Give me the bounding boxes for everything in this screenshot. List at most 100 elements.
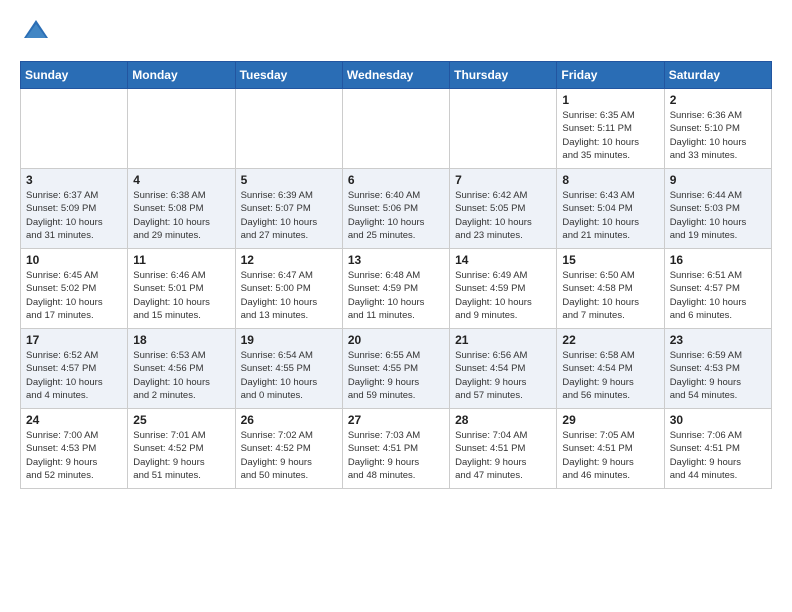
- calendar-cell: 28 Sunrise: 7:04 AM Sunset: 4:51 PM Dayli…: [450, 409, 557, 489]
- day-info: Sunrise: 6:51 AM Sunset: 4:57 PM Dayligh…: [670, 269, 766, 322]
- calendar-cell: [342, 89, 449, 169]
- logo-icon: [22, 16, 50, 49]
- weekday-header-tuesday: Tuesday: [235, 62, 342, 89]
- calendar-cell: 6 Sunrise: 6:40 AM Sunset: 5:06 PM Daylig…: [342, 169, 449, 249]
- day-info: Sunrise: 6:49 AM Sunset: 4:59 PM Dayligh…: [455, 269, 551, 322]
- day-info: Sunrise: 6:54 AM Sunset: 4:55 PM Dayligh…: [241, 349, 337, 402]
- day-number: 30: [670, 413, 766, 427]
- calendar-cell: [235, 89, 342, 169]
- day-number: 13: [348, 253, 444, 267]
- calendar-cell: 20 Sunrise: 6:55 AM Sunset: 4:55 PM Dayli…: [342, 329, 449, 409]
- day-info: Sunrise: 6:48 AM Sunset: 4:59 PM Dayligh…: [348, 269, 444, 322]
- calendar-table: SundayMondayTuesdayWednesdayThursdayFrid…: [20, 61, 772, 489]
- day-info: Sunrise: 6:46 AM Sunset: 5:01 PM Dayligh…: [133, 269, 229, 322]
- day-number: 25: [133, 413, 229, 427]
- day-info: Sunrise: 6:52 AM Sunset: 4:57 PM Dayligh…: [26, 349, 122, 402]
- day-info: Sunrise: 6:50 AM Sunset: 4:58 PM Dayligh…: [562, 269, 658, 322]
- calendar-cell: 27 Sunrise: 7:03 AM Sunset: 4:51 PM Dayli…: [342, 409, 449, 489]
- calendar-cell: 22 Sunrise: 6:58 AM Sunset: 4:54 PM Dayli…: [557, 329, 664, 409]
- day-number: 28: [455, 413, 551, 427]
- day-number: 7: [455, 173, 551, 187]
- logo: [20, 16, 50, 49]
- calendar-cell: [21, 89, 128, 169]
- day-number: 24: [26, 413, 122, 427]
- day-number: 15: [562, 253, 658, 267]
- day-info: Sunrise: 6:58 AM Sunset: 4:54 PM Dayligh…: [562, 349, 658, 402]
- calendar-cell: 11 Sunrise: 6:46 AM Sunset: 5:01 PM Dayli…: [128, 249, 235, 329]
- calendar-cell: 21 Sunrise: 6:56 AM Sunset: 4:54 PM Dayli…: [450, 329, 557, 409]
- calendar-cell: 13 Sunrise: 6:48 AM Sunset: 4:59 PM Dayli…: [342, 249, 449, 329]
- day-number: 27: [348, 413, 444, 427]
- day-info: Sunrise: 6:42 AM Sunset: 5:05 PM Dayligh…: [455, 189, 551, 242]
- day-info: Sunrise: 7:05 AM Sunset: 4:51 PM Dayligh…: [562, 429, 658, 482]
- calendar-cell: 25 Sunrise: 7:01 AM Sunset: 4:52 PM Dayli…: [128, 409, 235, 489]
- day-info: Sunrise: 6:56 AM Sunset: 4:54 PM Dayligh…: [455, 349, 551, 402]
- week-row-3: 10Sunrise: 6:45 AM Sunset: 5:02 PM Dayli…: [21, 249, 772, 329]
- calendar-cell: 8 Sunrise: 6:43 AM Sunset: 5:04 PM Daylig…: [557, 169, 664, 249]
- day-number: 17: [26, 333, 122, 347]
- header: [20, 16, 772, 49]
- day-info: Sunrise: 6:39 AM Sunset: 5:07 PM Dayligh…: [241, 189, 337, 242]
- day-info: Sunrise: 7:03 AM Sunset: 4:51 PM Dayligh…: [348, 429, 444, 482]
- calendar-cell: 23 Sunrise: 6:59 AM Sunset: 4:53 PM Dayli…: [664, 329, 771, 409]
- day-info: Sunrise: 6:43 AM Sunset: 5:04 PM Dayligh…: [562, 189, 658, 242]
- page: SundayMondayTuesdayWednesdayThursdayFrid…: [0, 0, 792, 505]
- day-number: 14: [455, 253, 551, 267]
- week-row-2: 3Sunrise: 6:37 AM Sunset: 5:09 PM Daylig…: [21, 169, 772, 249]
- day-number: 20: [348, 333, 444, 347]
- day-info: Sunrise: 6:47 AM Sunset: 5:00 PM Dayligh…: [241, 269, 337, 322]
- calendar-cell: 29Sunrise: 7:05 AM Sunset: 4:51 PM Dayli…: [557, 409, 664, 489]
- day-info: Sunrise: 7:01 AM Sunset: 4:52 PM Dayligh…: [133, 429, 229, 482]
- calendar-cell: 4 Sunrise: 6:38 AM Sunset: 5:08 PM Daylig…: [128, 169, 235, 249]
- calendar-cell: 26Sunrise: 7:02 AM Sunset: 4:52 PM Dayli…: [235, 409, 342, 489]
- calendar-cell: 16 Sunrise: 6:51 AM Sunset: 4:57 PM Dayli…: [664, 249, 771, 329]
- calendar-cell: 30 Sunrise: 7:06 AM Sunset: 4:51 PM Dayli…: [664, 409, 771, 489]
- weekday-header-thursday: Thursday: [450, 62, 557, 89]
- day-number: 4: [133, 173, 229, 187]
- day-number: 10: [26, 253, 122, 267]
- day-number: 11: [133, 253, 229, 267]
- week-row-1: 1 Sunrise: 6:35 AM Sunset: 5:11 PM Daylig…: [21, 89, 772, 169]
- calendar-cell: 17 Sunrise: 6:52 AM Sunset: 4:57 PM Dayli…: [21, 329, 128, 409]
- day-number: 16: [670, 253, 766, 267]
- weekday-header-friday: Friday: [557, 62, 664, 89]
- day-info: Sunrise: 7:06 AM Sunset: 4:51 PM Dayligh…: [670, 429, 766, 482]
- day-number: 18: [133, 333, 229, 347]
- day-number: 6: [348, 173, 444, 187]
- calendar-cell: [450, 89, 557, 169]
- calendar-cell: 12 Sunrise: 6:47 AM Sunset: 5:00 PM Dayli…: [235, 249, 342, 329]
- calendar-cell: 18 Sunrise: 6:53 AM Sunset: 4:56 PM Dayli…: [128, 329, 235, 409]
- day-number: 12: [241, 253, 337, 267]
- day-info: Sunrise: 7:00 AM Sunset: 4:53 PM Dayligh…: [26, 429, 122, 482]
- calendar-cell: 24 Sunrise: 7:00 AM Sunset: 4:53 PM Dayli…: [21, 409, 128, 489]
- week-row-4: 17 Sunrise: 6:52 AM Sunset: 4:57 PM Dayli…: [21, 329, 772, 409]
- day-number: 22: [562, 333, 658, 347]
- day-number: 2: [670, 93, 766, 107]
- weekday-header-saturday: Saturday: [664, 62, 771, 89]
- day-info: Sunrise: 6:35 AM Sunset: 5:11 PM Dayligh…: [562, 109, 658, 162]
- calendar-cell: 7 Sunrise: 6:42 AM Sunset: 5:05 PM Daylig…: [450, 169, 557, 249]
- day-info: Sunrise: 6:55 AM Sunset: 4:55 PM Dayligh…: [348, 349, 444, 402]
- day-number: 19: [241, 333, 337, 347]
- weekday-header-wednesday: Wednesday: [342, 62, 449, 89]
- week-row-5: 24 Sunrise: 7:00 AM Sunset: 4:53 PM Dayli…: [21, 409, 772, 489]
- calendar-cell: 9Sunrise: 6:44 AM Sunset: 5:03 PM Daylig…: [664, 169, 771, 249]
- calendar-cell: 10Sunrise: 6:45 AM Sunset: 5:02 PM Dayli…: [21, 249, 128, 329]
- weekday-header-row: SundayMondayTuesdayWednesdayThursdayFrid…: [21, 62, 772, 89]
- day-number: 8: [562, 173, 658, 187]
- day-info: Sunrise: 6:40 AM Sunset: 5:06 PM Dayligh…: [348, 189, 444, 242]
- day-number: 1: [562, 93, 658, 107]
- day-info: Sunrise: 7:04 AM Sunset: 4:51 PM Dayligh…: [455, 429, 551, 482]
- day-number: 9: [670, 173, 766, 187]
- day-number: 21: [455, 333, 551, 347]
- day-info: Sunrise: 6:59 AM Sunset: 4:53 PM Dayligh…: [670, 349, 766, 402]
- day-info: Sunrise: 6:37 AM Sunset: 5:09 PM Dayligh…: [26, 189, 122, 242]
- day-number: 23: [670, 333, 766, 347]
- calendar-cell: 1 Sunrise: 6:35 AM Sunset: 5:11 PM Daylig…: [557, 89, 664, 169]
- calendar-cell: 19 Sunrise: 6:54 AM Sunset: 4:55 PM Dayli…: [235, 329, 342, 409]
- weekday-header-monday: Monday: [128, 62, 235, 89]
- day-info: Sunrise: 6:53 AM Sunset: 4:56 PM Dayligh…: [133, 349, 229, 402]
- weekday-header-sunday: Sunday: [21, 62, 128, 89]
- day-info: Sunrise: 6:38 AM Sunset: 5:08 PM Dayligh…: [133, 189, 229, 242]
- calendar-cell: 5Sunrise: 6:39 AM Sunset: 5:07 PM Daylig…: [235, 169, 342, 249]
